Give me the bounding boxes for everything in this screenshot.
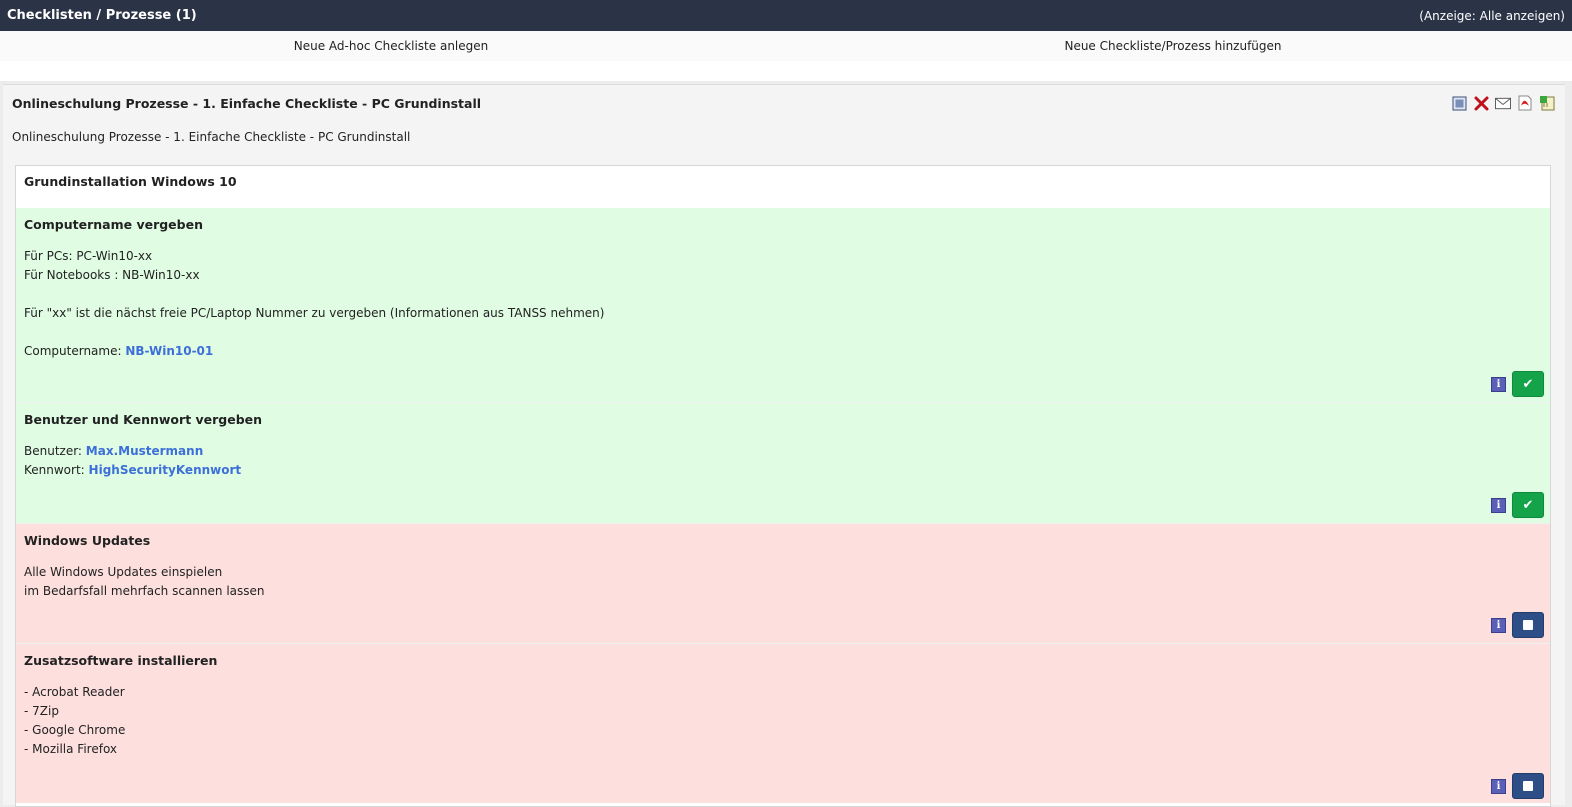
checklist-panel: Onlineschulung Prozesse - 1. Einfache Ch… (3, 84, 1565, 807)
step-text: Computername: NB-Win10-01 (24, 344, 214, 358)
step-title: Windows Updates (24, 533, 151, 548)
checklist-step: Computername vergeben Für PCs: PC-Win10-… (16, 208, 1550, 402)
step-title: Benutzer und Kennwort vergeben (24, 412, 263, 427)
mail-icon[interactable] (1495, 95, 1511, 111)
step-text: - 7Zip (24, 704, 59, 718)
step-text: Kennwort: HighSecurityKennwort (24, 463, 242, 477)
step-title: Computername vergeben (24, 217, 203, 232)
step-text: Benutzer: Max.Mustermann (24, 444, 204, 458)
step-text: - Google Chrome (24, 723, 126, 737)
step-text: Für "xx" ist die nächst freie PC/Laptop … (24, 306, 605, 320)
step-text: Für PCs: PC-Win10-xx (24, 249, 153, 263)
export-icon[interactable] (1539, 95, 1555, 111)
step-title: Zusatzsoftware installieren (24, 653, 218, 668)
step-unchecked-button[interactable] (1512, 612, 1544, 638)
checklist-step: Windows Updates Alle Windows Updates ein… (16, 523, 1550, 643)
edit-icon[interactable] (1451, 95, 1467, 111)
field-value: HighSecurityKennwort (88, 463, 242, 477)
pdf-icon[interactable] (1517, 95, 1533, 111)
checklist-toolbar (1451, 95, 1555, 111)
new-adhoc-checklist-button[interactable]: Neue Ad-hoc Checkliste anlegen (294, 39, 488, 53)
step-actions: i ✔ (1491, 492, 1544, 518)
field-value: NB-Win10-01 (125, 344, 214, 358)
display-filter-link[interactable]: (Anzeige: Alle anzeigen) (1419, 9, 1565, 23)
step-text: im Bedarfsfall mehrfach scannen lassen (24, 584, 265, 598)
step-text: Für Notebooks : NB-Win10-xx (24, 268, 200, 282)
step-text: - Acrobat Reader (24, 685, 125, 699)
info-icon[interactable]: i (1491, 376, 1506, 392)
step-checked-button[interactable]: ✔ (1512, 492, 1544, 518)
field-value: Max.Mustermann (85, 444, 204, 458)
step-actions: i (1491, 612, 1544, 638)
action-bar: Neue Ad-hoc Checkliste anlegen Neue Chec… (0, 31, 1572, 61)
group-title: Grundinstallation Windows 10 (16, 166, 1550, 208)
page-title: Checklisten / Prozesse (1) (7, 8, 197, 23)
separator (0, 61, 1572, 81)
add-checklist-button[interactable]: Neue Checkliste/Prozess hinzufügen (1064, 39, 1281, 53)
info-icon[interactable]: i (1491, 778, 1506, 794)
checklist-title: Onlineschulung Prozesse - 1. Einfache Ch… (12, 96, 482, 111)
step-text: Alle Windows Updates einspielen (24, 565, 223, 579)
step-actions: i ✔ (1491, 371, 1544, 397)
step-text: - Mozilla Firefox (24, 742, 118, 756)
checklist-description: Onlineschulung Prozesse - 1. Einfache Ch… (12, 130, 411, 144)
step-unchecked-button[interactable] (1512, 773, 1544, 799)
step-checked-button[interactable]: ✔ (1512, 371, 1544, 397)
checklist-step: Zusatzsoftware installieren - Acrobat Re… (16, 643, 1550, 803)
delete-icon[interactable] (1473, 95, 1489, 111)
step-actions: i (1491, 773, 1544, 799)
checklist-box: Grundinstallation Windows 10 Computernam… (15, 165, 1551, 807)
info-icon[interactable]: i (1491, 497, 1506, 513)
top-header-bar: Checklisten / Prozesse (1) (Anzeige: All… (0, 0, 1572, 31)
info-icon[interactable]: i (1491, 617, 1506, 633)
checklist-step: Benutzer und Kennwort vergeben Benutzer:… (16, 402, 1550, 523)
